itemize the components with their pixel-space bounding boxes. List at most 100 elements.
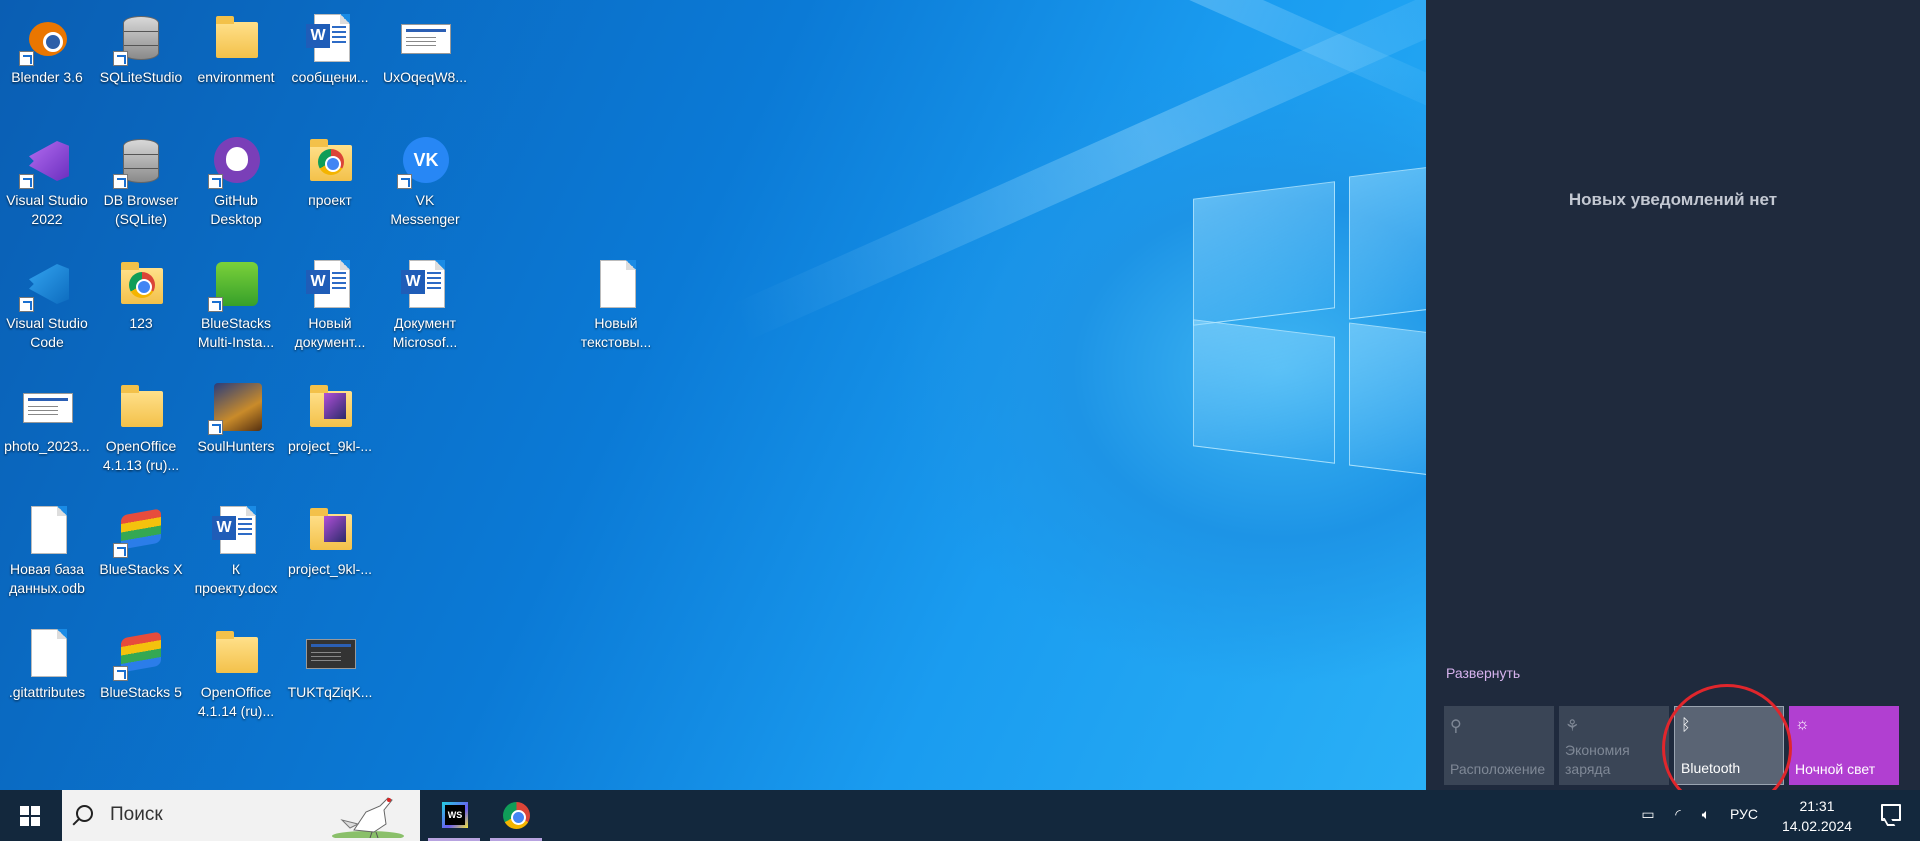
database-icon [113,135,167,189]
image-file-icon [304,627,356,679]
icon-label: Visual Studio Code [6,315,88,350]
desktop-icon-blender[interactable]: Blender 3.6 [2,0,92,120]
desktop-icon-vscode[interactable]: Visual Studio Code [2,246,92,366]
quick-action-battery-saver[interactable]: ⚘ Экономия заряда [1559,706,1669,785]
desktop-icon-bluestacks-multi[interactable]: BlueStacks Multi-Insta... [191,246,281,366]
taskbar-app-webstorm[interactable] [428,790,480,841]
quick-action-night-light[interactable]: ☼ Ночной свет [1789,706,1899,785]
battery-icon[interactable]: ▭ [1638,806,1658,824]
desktop-icon-soobshcheniya[interactable]: W сообщени... [285,0,375,120]
chrome-folder-icon [115,258,167,310]
start-button[interactable] [0,790,62,841]
desktop-icon-soulhunters[interactable]: SoulHunters [191,369,281,489]
phpstorm-folder-icon [304,381,356,433]
input-language-indicator[interactable]: РУС [1730,806,1758,826]
desktop-icon-project-9kl-1[interactable]: project_9kl-... [285,369,375,489]
volume-icon[interactable]: 🔈︎ [1696,806,1716,824]
image-file-icon [399,12,451,64]
taskbar-clock[interactable]: 21:31 14.02.2024 [1772,796,1862,836]
action-center-button[interactable] [1862,790,1920,841]
desktop-icon-odb[interactable]: Новая база данных.odb [2,492,92,612]
text-file-icon [21,627,73,679]
notifications-icon [1881,804,1901,821]
desktop-icon-novyi-dokument[interactable]: W Новый документ... [285,246,375,366]
blender-icon [19,12,73,66]
icon-label: BlueStacks X [99,561,183,577]
taskbar-app-chrome[interactable] [490,790,542,841]
icon-label: GitHub Desktop [210,192,262,227]
wifi-icon[interactable]: ◜ [1668,806,1688,824]
visual-studio-icon [19,135,73,189]
battery-saver-icon: ⚘ [1565,718,1580,735]
icon-label: SQLiteStudio [99,69,183,85]
game-icon [208,381,262,435]
folder-icon [115,381,167,433]
taskbar: Поиск ▭ ◜ 🔈︎ РУС 21:31 14.02.2024 [0,790,1920,841]
desktop-icon-tuktqziqk[interactable]: TUKTqZiqK... [285,615,375,735]
bluestacks-icon [113,627,167,681]
bluestacks-icon [113,504,167,558]
chrome-folder-icon [304,135,356,187]
desktop-icon-openoffice-4113[interactable]: OpenOffice 4.1.13 (ru)... [96,369,186,489]
desktop-icon-dokument-microsoft[interactable]: W Документ Microsof... [380,246,470,366]
icon-label: Новый документ... [294,315,366,350]
desktop-icon-gitattributes[interactable]: .gitattributes [2,615,92,735]
desktop: Blender 3.6 Visual Studio 2022 Visual St… [0,0,1426,790]
desktop-icon-github-desktop[interactable]: GitHub Desktop [191,123,281,243]
icon-label: BlueStacks Multi-Insta... [197,315,275,350]
word-document-icon: W [304,258,356,310]
desktop-icon-sqlitestudio[interactable]: SQLiteStudio [96,0,186,120]
clock-time: 21:31 [1799,798,1835,814]
icon-label: VK Messenger [390,192,460,227]
icon-label: Blender 3.6 [11,69,83,85]
icon-label: сообщени... [291,69,369,85]
chrome-icon [503,802,530,829]
desktop-icon-bluestacks-5[interactable]: BlueStacks 5 [96,615,186,735]
icon-label: .gitattributes [8,684,86,700]
icon-label: project_9kl-... [287,438,373,454]
text-file-icon [590,258,642,310]
icon-label: UxOqeqW8... [382,69,468,85]
search-icon [76,805,93,822]
word-document-icon: W [304,12,356,64]
desktop-icon-project-9kl-2[interactable]: project_9kl-... [285,492,375,612]
icon-label: environment [197,69,275,85]
desktop-icon-proekt[interactable]: проект [285,123,375,243]
desktop-icon-novyi-tekstovyi[interactable]: Новый текстовы... [571,246,661,366]
wallpaper-windows-logo [1193,165,1426,485]
icon-label: TUKTqZiqK... [287,684,373,700]
image-file-icon [21,381,73,433]
icon-label: проект [308,192,352,208]
desktop-icon-openoffice-4114[interactable]: OpenOffice 4.1.14 (ru)... [191,615,281,735]
desktop-icon-db-browser[interactable]: DB Browser (SQLite) [96,123,186,243]
quick-action-location[interactable]: ⚲ Расположение [1444,706,1554,785]
icon-label: SoulHunters [197,438,275,454]
quick-action-label: Расположение [1450,761,1546,777]
icon-label: Новая база данных.odb [9,561,85,596]
desktop-icon-photo[interactable]: photo_2023... [2,369,92,489]
quick-action-label: Экономия заряда [1565,742,1630,777]
expand-quick-actions-link[interactable]: Развернуть [1446,665,1520,681]
taskbar-search-box[interactable]: Поиск [62,790,420,841]
desktop-icon-visual-studio-2022[interactable]: Visual Studio 2022 [2,123,92,243]
icon-label: project_9kl-... [287,561,373,577]
windows-logo-icon [20,806,40,826]
night-light-icon: ☼ [1795,716,1810,733]
word-document-icon: W [210,504,262,556]
word-document-icon: W [399,258,451,310]
desktop-icon-123[interactable]: 123 [96,246,186,366]
icon-label: BlueStacks 5 [100,684,182,700]
vscode-icon [19,258,73,312]
desktop-icon-vk-messenger[interactable]: VK VK Messenger [380,123,470,243]
icon-label: OpenOffice 4.1.13 (ru)... [102,438,180,473]
icon-label: Visual Studio 2022 [6,192,88,227]
database-icon [113,12,167,66]
icon-label: DB Browser (SQLite) [103,192,179,227]
desktop-icon-k-proektu[interactable]: W К проекту.docx [191,492,281,612]
desktop-icon-bluestacks-x[interactable]: BlueStacks X [96,492,186,612]
clock-date: 14.02.2024 [1781,818,1853,834]
icon-label: Новый текстовы... [580,315,652,350]
desktop-icon-environment[interactable]: environment [191,0,281,120]
icon-label: OpenOffice 4.1.14 (ru)... [197,684,275,719]
desktop-icon-uxoqeqw8[interactable]: UxOqeqW8... [380,0,470,120]
